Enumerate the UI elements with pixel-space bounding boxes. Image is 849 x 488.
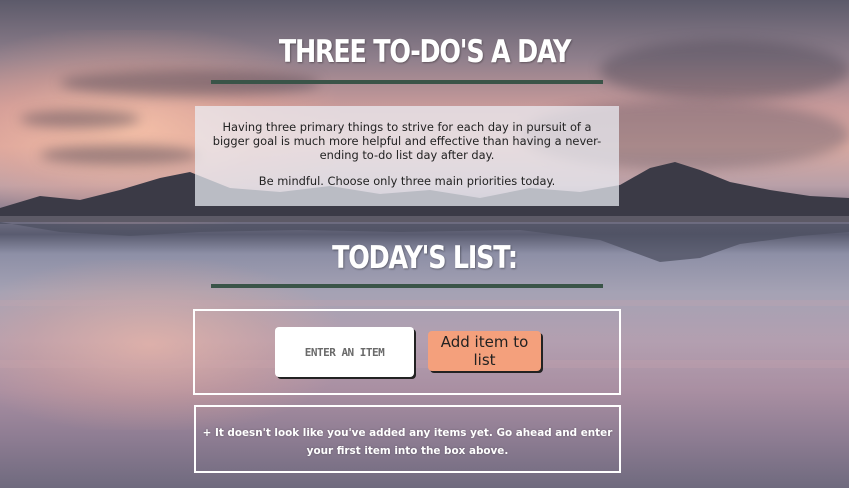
empty-list-message: + It doesn't look like you've added any … bbox=[202, 427, 613, 457]
intro-tagline: Be mindful. Choose only three main prior… bbox=[258, 174, 556, 188]
intro-paragraph: Having three primary things to strive fo… bbox=[212, 120, 602, 162]
title-divider bbox=[211, 80, 603, 84]
page-title: THREE TO-DO'S A DAY bbox=[278, 34, 572, 70]
add-item-button[interactable]: Add item to list bbox=[428, 331, 541, 371]
list-heading: TODAY'S LIST: bbox=[332, 240, 518, 276]
item-input[interactable] bbox=[275, 327, 414, 377]
intro-panel: Having three primary things to strive fo… bbox=[195, 106, 619, 206]
list-divider bbox=[211, 284, 603, 288]
